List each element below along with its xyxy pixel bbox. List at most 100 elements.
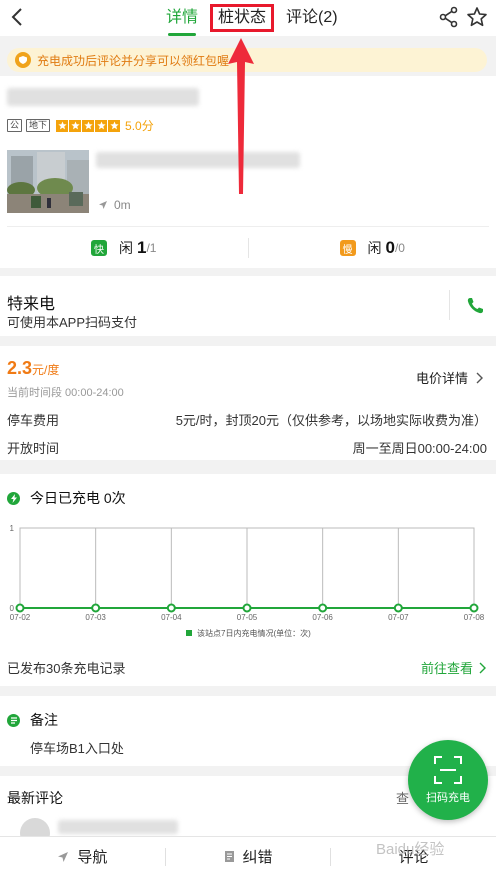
- open-hours-value: 周一至周日00:00-24:00: [352, 441, 487, 456]
- price-details-label: 电价详情: [415, 371, 468, 386]
- price-card: 2.3元/度 当前时间段 00:00-24:00 电价详情 停车费用 5元/时，…: [0, 346, 496, 460]
- divider: [449, 290, 450, 320]
- station-tags: 公 地下 5.0分: [7, 117, 154, 134]
- slow-slots: 慢 闲 0 /0: [249, 238, 496, 258]
- tag-underground: 地下: [26, 119, 51, 132]
- chevron-right-icon: [476, 372, 483, 383]
- price-time-period: 当前时间段 00:00-24:00: [7, 387, 124, 399]
- remarks-title: 备注: [7, 710, 58, 730]
- commenter-name-blurred: [58, 820, 178, 834]
- star-icon: [108, 119, 121, 132]
- back-arrow-icon: [11, 8, 22, 26]
- view-records-link[interactable]: 前往查看: [421, 658, 487, 677]
- favorite-star-icon[interactable]: [466, 6, 488, 28]
- report-error-button[interactable]: 纠错: [166, 846, 331, 867]
- report-error-label: 纠错: [242, 849, 273, 866]
- chart-point: [242, 603, 252, 613]
- location-arrow-icon: [99, 201, 107, 209]
- navigation-icon: [58, 851, 69, 862]
- tab-comments[interactable]: 评论(2): [278, 4, 346, 32]
- navigate-button[interactable]: 导航: [0, 846, 165, 867]
- tag-public: 公: [7, 119, 23, 132]
- chart-x-tick-label: 07-08: [464, 613, 485, 622]
- price-details-link[interactable]: 电价详情: [416, 368, 484, 387]
- parking-fee-value: 5元/时，封顶20元（仅供参考，以场地实际收费为准）: [175, 413, 487, 428]
- fast-idle-count: 1: [137, 238, 147, 257]
- star-icon: [95, 119, 108, 132]
- top-bar: 详情 桩状态 评论(2): [0, 0, 496, 36]
- chart-x-tick-label: 07-07: [388, 613, 409, 622]
- notice-text: 充电成功后评论并分享可以领红包喔: [37, 53, 230, 68]
- records-count: 已发布30条充电记录: [7, 661, 126, 676]
- station-photo[interactable]: [7, 150, 89, 213]
- parking-fee-row: 停车费用 5元/时，封顶20元（仅供参考，以场地实际收费为准）: [7, 410, 487, 429]
- chevron-right-icon: [479, 662, 486, 673]
- charges-title: 今日已充电 0次: [7, 488, 126, 508]
- records-row: 已发布30条充电记录 前往查看: [7, 658, 487, 677]
- divider: [7, 226, 489, 227]
- price-unit: 元/度: [32, 363, 60, 377]
- chart-point: [318, 603, 328, 613]
- remarks-text: 停车场B1入口处: [30, 741, 124, 756]
- comments-more-link[interactable]: 查: [396, 788, 409, 807]
- fast-badge: 快: [91, 240, 107, 256]
- view-records-label: 前往查看: [420, 661, 473, 676]
- report-icon: [224, 851, 234, 862]
- chart-point: [469, 603, 479, 613]
- chart-y-tick-label: 1: [10, 524, 15, 533]
- navigate-label: 导航: [77, 849, 108, 866]
- operator-subtitle: 可使用本APP扫码支付: [7, 315, 138, 330]
- distance-value: 0m: [114, 198, 131, 212]
- station-address-blurred: [96, 152, 300, 168]
- chart-point: [91, 603, 101, 613]
- operator-card: 特来电 可使用本APP扫码支付: [0, 276, 496, 336]
- price-value: 2.3元/度: [7, 358, 59, 379]
- watermark: Baidu经验: [376, 841, 445, 858]
- star-icon: [82, 119, 95, 132]
- chart-point: [15, 603, 25, 613]
- slow-total: /0: [394, 241, 405, 255]
- chart-x-tick-label: 07-03: [85, 613, 106, 622]
- remarks-label: 备注: [30, 712, 58, 728]
- charge-history-chart: 0 1 07-02 07-03 07-04 07-05 07-06 07-07 07-08 该站点…: [10, 524, 485, 638]
- open-hours-row: 开放时间 周一至周日00:00-24:00: [7, 438, 487, 457]
- phone-icon[interactable]: [465, 296, 485, 316]
- lightning-icon: [7, 491, 20, 505]
- comments-title: 最新评论: [7, 790, 63, 806]
- tab-details[interactable]: 详情: [158, 4, 206, 36]
- note-icon: [7, 713, 20, 727]
- chart-legend-swatch: [186, 630, 192, 636]
- tab-bar: 详情 桩状态 评论(2): [158, 4, 346, 36]
- chart-x-tick-label: 07-05: [237, 613, 258, 622]
- charges-today: 今日已充电 0次: [30, 490, 126, 506]
- fast-total: /1: [146, 241, 157, 255]
- star-icon: [69, 119, 82, 132]
- chart-point: [393, 603, 403, 613]
- open-hours-label: 开放时间: [7, 441, 60, 456]
- station-name-blurred: [7, 88, 199, 106]
- star-rating: [56, 119, 121, 132]
- pile-availability[interactable]: 快 闲 1 /1 慢 闲 0 /0: [0, 228, 496, 268]
- chart-y-tick-label: 0: [10, 604, 15, 613]
- distance: 0m: [98, 198, 131, 212]
- star-icon: [56, 119, 69, 132]
- share-icon[interactable]: [438, 6, 460, 28]
- fast-slots: 快 闲 1 /1: [0, 238, 248, 258]
- back-button[interactable]: [6, 4, 28, 30]
- slow-idle-count: 0: [385, 238, 395, 257]
- annotation-arrow-icon: [228, 38, 254, 194]
- operator-name: 特来电: [7, 296, 56, 313]
- chart-x-tick-label: 07-02: [10, 613, 31, 622]
- scan-charge-label: 扫码充电: [426, 792, 470, 804]
- rating-score: 5.0分: [125, 119, 154, 133]
- parking-fee-label: 停车费用: [7, 413, 60, 428]
- scan-icon: [434, 756, 462, 784]
- fast-idle-label: 闲: [119, 240, 133, 256]
- tab-pile-status[interactable]: 桩状态: [210, 4, 275, 32]
- shield-icon: [15, 52, 31, 68]
- chart-legend-label: 该站点7日内充电情况(单位：次): [197, 628, 311, 638]
- chart-x-tick-label: 07-06: [312, 613, 333, 622]
- price-number: 2.3: [7, 358, 33, 378]
- scan-charge-button[interactable]: 扫码充电: [408, 740, 488, 820]
- charge-stats-card: 今日已充电 0次 0 1 07-02 07-03 07-04 07-05 07-06 07-0…: [0, 474, 496, 686]
